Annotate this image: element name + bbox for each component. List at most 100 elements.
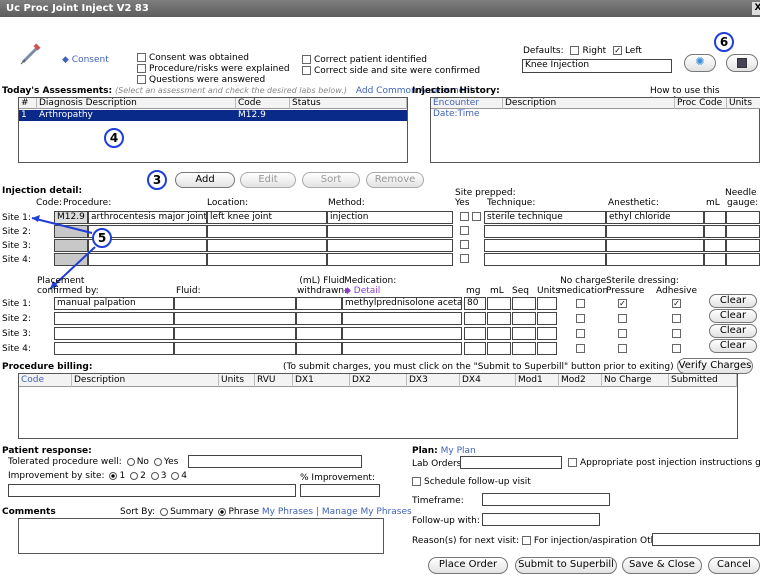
my-plan-link[interactable]: My Plan bbox=[441, 446, 476, 456]
pressure-checkbox[interactable] bbox=[618, 344, 627, 353]
sterile-label: Sterile dressing: bbox=[606, 276, 679, 286]
tolerated-field[interactable] bbox=[188, 455, 362, 468]
tolerated-yes-radio[interactable]: Yes bbox=[152, 457, 179, 467]
improvement-field[interactable] bbox=[8, 484, 296, 497]
site-label: Site 4: bbox=[2, 344, 31, 354]
mg-field[interactable]: 80 bbox=[464, 297, 486, 310]
mg-field[interactable] bbox=[464, 342, 486, 355]
for-injection-checkbox[interactable]: For injection/aspiration bbox=[521, 536, 637, 546]
radio-label: Phrase bbox=[228, 507, 260, 517]
my-phrases-link[interactable]: My Phrases | Manage My Phrases bbox=[262, 507, 412, 517]
detail-link[interactable]: ◆ Detail bbox=[344, 286, 396, 296]
other-field[interactable] bbox=[652, 533, 760, 546]
no-charge-checkbox[interactable] bbox=[576, 329, 585, 338]
mg-field[interactable] bbox=[464, 327, 486, 340]
pct-improvement-field[interactable] bbox=[300, 484, 380, 497]
save-close-button[interactable]: Save & Close bbox=[622, 557, 702, 574]
billing-col-dx2: DX2 bbox=[350, 374, 407, 387]
confirmed-by-field[interactable]: manual palpation bbox=[54, 297, 174, 310]
fluid-withdrawn-field[interactable] bbox=[296, 342, 342, 355]
response-title: Patient response: bbox=[2, 446, 92, 456]
seq-field[interactable] bbox=[512, 297, 536, 310]
medication-field[interactable]: methylprednisolone acetate bbox=[342, 297, 462, 310]
adhesive-checkbox[interactable] bbox=[672, 344, 681, 353]
submit-superbill-button[interactable]: Submit to Superbill bbox=[515, 557, 617, 574]
summary-radio[interactable]: Summary bbox=[158, 507, 214, 517]
fluid-field[interactable] bbox=[174, 312, 296, 325]
tolerated-label: Tolerated procedure well: bbox=[8, 457, 122, 467]
no-charge-checkbox[interactable] bbox=[576, 314, 585, 323]
timeframe-label: Timeframe: bbox=[412, 496, 464, 506]
ml-field[interactable] bbox=[487, 327, 511, 340]
verify-charges-button[interactable]: Verify Charges bbox=[677, 358, 753, 374]
medication-field[interactable] bbox=[342, 342, 462, 355]
no-charge-checkbox[interactable] bbox=[576, 299, 585, 308]
adhesive-checkbox[interactable] bbox=[672, 329, 681, 338]
ml-field[interactable] bbox=[487, 297, 511, 310]
confirmed-by-field[interactable] bbox=[54, 327, 174, 340]
billing-col-dx4: DX4 bbox=[460, 374, 516, 387]
fluid-field[interactable] bbox=[174, 342, 296, 355]
ml-label: mL bbox=[490, 286, 504, 296]
checkbox-label: Appropriate post injection instructions … bbox=[580, 458, 760, 468]
fluid-field[interactable] bbox=[174, 297, 296, 310]
fluid-withdrawn-field[interactable] bbox=[296, 327, 342, 340]
billing-header: Code Description Units RVU DX1 DX2 DX3 DX4 Mod1 M… bbox=[19, 374, 737, 387]
pressure-checkbox[interactable]: ✓ bbox=[618, 299, 627, 308]
clear-button[interactable]: Clear bbox=[709, 294, 757, 308]
medication-field[interactable] bbox=[342, 327, 462, 340]
confirmed-by-field[interactable] bbox=[54, 342, 174, 355]
mg-field[interactable] bbox=[464, 312, 486, 325]
units-field[interactable] bbox=[537, 312, 557, 325]
seq-field[interactable] bbox=[512, 327, 536, 340]
cancel-button[interactable]: Cancel bbox=[708, 557, 760, 574]
improvement-radio-4[interactable]: 4 bbox=[169, 471, 187, 481]
timeframe-field[interactable] bbox=[482, 493, 610, 506]
comments-field[interactable] bbox=[18, 518, 384, 554]
pressure-label: Pressure bbox=[606, 286, 645, 296]
billing-col-mod1: Mod1 bbox=[516, 374, 559, 387]
fluid-field[interactable] bbox=[174, 327, 296, 340]
adhesive-label: Adhesive bbox=[656, 286, 698, 296]
pressure-checkbox[interactable] bbox=[618, 329, 627, 338]
medication-field[interactable] bbox=[342, 312, 462, 325]
adhesive-checkbox[interactable] bbox=[672, 314, 681, 323]
followwith-field[interactable] bbox=[482, 513, 600, 526]
adhesive-checkbox[interactable]: ✓ bbox=[672, 299, 681, 308]
improvement-radio-3[interactable]: 3 bbox=[149, 471, 166, 481]
confirmed-by-field[interactable] bbox=[54, 312, 174, 325]
ml-field[interactable] bbox=[487, 342, 511, 355]
lab-orders-field[interactable] bbox=[460, 456, 562, 469]
billing-col-dx1: DX1 bbox=[293, 374, 350, 387]
pressure-checkbox[interactable] bbox=[618, 314, 627, 323]
improvement-radio-1[interactable]: 1 bbox=[107, 471, 125, 481]
clear-button[interactable]: Clear bbox=[709, 324, 757, 338]
no-charge-checkbox[interactable] bbox=[576, 344, 585, 353]
nocharge-label-2: medication bbox=[558, 286, 609, 296]
ml-field[interactable] bbox=[487, 312, 511, 325]
seq-field[interactable] bbox=[512, 312, 536, 325]
units-field[interactable] bbox=[537, 297, 557, 310]
tolerated-no-radio[interactable]: No bbox=[125, 457, 149, 467]
seq-field[interactable] bbox=[512, 342, 536, 355]
clear-button[interactable]: Clear bbox=[709, 339, 757, 353]
billing-col-mod2: Mod2 bbox=[559, 374, 602, 387]
ml-fluid-label-2: withdrawn: bbox=[297, 286, 348, 296]
improvement-radio-2[interactable]: 2 bbox=[128, 471, 146, 481]
place-order-button[interactable]: Place Order bbox=[428, 557, 508, 574]
clear-button[interactable]: Clear bbox=[709, 309, 757, 323]
radio-label: 1 bbox=[119, 471, 126, 481]
fluid-withdrawn-field[interactable] bbox=[296, 297, 342, 310]
radio-label: Yes bbox=[163, 457, 179, 467]
sortby-label: Sort By: bbox=[120, 507, 156, 517]
appropriate-instructions-checkbox[interactable]: Appropriate post injection instructions … bbox=[568, 458, 760, 468]
radio-label: No bbox=[136, 457, 149, 467]
units-field[interactable] bbox=[537, 342, 557, 355]
phrase-radio[interactable]: Phrase bbox=[216, 507, 259, 517]
units-field[interactable] bbox=[537, 327, 557, 340]
placement-label-1: Placement bbox=[37, 276, 85, 286]
mg-label: mg bbox=[466, 286, 481, 296]
schedule-followup-checkbox[interactable]: Schedule follow-up visit bbox=[412, 477, 531, 487]
fluid-withdrawn-field[interactable] bbox=[296, 312, 342, 325]
billing-title: Procedure billing: bbox=[2, 362, 93, 372]
